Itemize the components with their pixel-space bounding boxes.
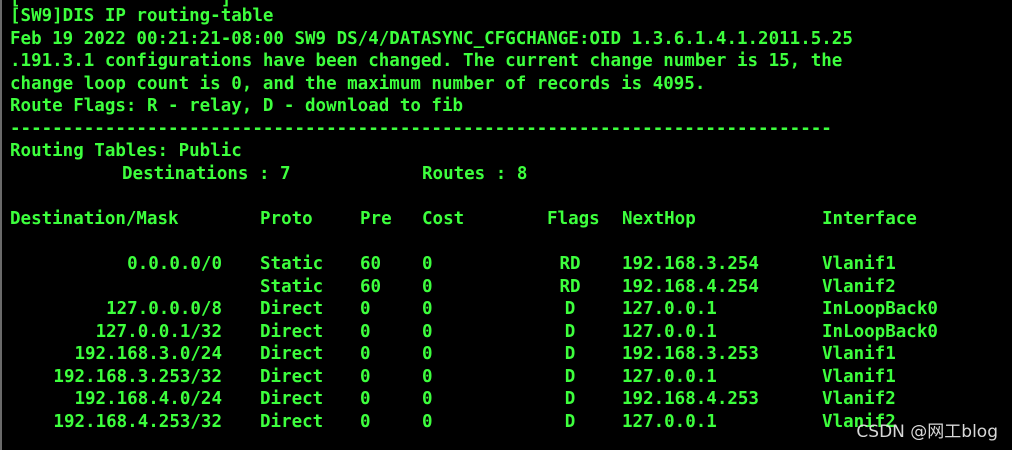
row-4-cell-0: 192.168.3.0/24 bbox=[74, 344, 222, 364]
row-7-cell-3: 0 bbox=[422, 411, 433, 432]
destinations-count: Destinations : 7 bbox=[122, 164, 291, 184]
row-1-cell-5: 192.168.4.254 bbox=[622, 276, 759, 297]
watermark: CSDN @网工blog bbox=[856, 422, 998, 442]
row-5-cell-1: Direct bbox=[260, 366, 324, 387]
terminal-window[interactable]: [ ] [SW9]DIS IP routing-table Feb 19 202… bbox=[0, 0, 1012, 450]
row-0-cell-5: 192.168.3.254 bbox=[622, 254, 759, 274]
header-pre: Pre bbox=[360, 209, 392, 229]
row-2-cell-2: 0 bbox=[360, 299, 371, 319]
row-6-cell-5: 192.168.4.253 bbox=[622, 389, 759, 409]
row-6-cell-1: Direct bbox=[260, 389, 324, 409]
row-5-cell-4: D bbox=[564, 366, 576, 387]
header-proto: Proto bbox=[260, 209, 313, 229]
row-1-cell-2: 60 bbox=[360, 276, 382, 297]
row-1-cell-4: RD bbox=[559, 276, 581, 297]
row-0-cell-0: 0.0.0.0/0 bbox=[127, 254, 222, 274]
row-2-cell-5: 127.0.0.1 bbox=[622, 299, 717, 319]
row-6-cell-3: 0 bbox=[422, 389, 433, 409]
row-5-cell-5: 127.0.0.1 bbox=[622, 366, 717, 387]
row-0-cell-1: Static bbox=[260, 254, 324, 274]
row-2-cell-4: D bbox=[564, 299, 576, 319]
log-line-1: Feb 19 2022 00:21:21-08:00 SW9 DS/4/DATA… bbox=[10, 29, 853, 49]
row-1-cell-1: Static bbox=[260, 276, 324, 297]
row-3-cell-1: Direct bbox=[260, 321, 324, 342]
row-2-cell-6: InLoopBack0 bbox=[822, 299, 938, 319]
row-3-cell-3: 0 bbox=[422, 321, 433, 342]
row-0-cell-2: 60 bbox=[360, 254, 382, 274]
row-5-cell-6: Vlanif1 bbox=[822, 366, 896, 387]
row-6-cell-4: D bbox=[564, 389, 576, 409]
header-nexthop: NextHop bbox=[622, 209, 696, 229]
row-0-cell-6: Vlanif1 bbox=[822, 254, 896, 274]
row-0-cell-4: RD bbox=[559, 254, 581, 274]
routes-count: Routes : 8 bbox=[422, 164, 528, 184]
row-3-cell-6: InLoopBack0 bbox=[822, 321, 938, 342]
route-flags-line: Route Flags: R - relay, D - download to … bbox=[10, 96, 464, 116]
header-cost: Cost bbox=[422, 209, 465, 229]
row-5-cell-0: 192.168.3.253/32 bbox=[53, 366, 222, 387]
row-2-cell-0: 127.0.0.0/8 bbox=[106, 299, 222, 319]
log-line-3: change loop count is 0, and the maximum … bbox=[10, 74, 706, 94]
row-3-cell-5: 127.0.0.1 bbox=[622, 321, 717, 342]
row-6-cell-0: 192.168.4.0/24 bbox=[74, 389, 222, 409]
log-line-2: .191.3.1 configurations have been change… bbox=[10, 51, 843, 71]
row-5-cell-3: 0 bbox=[422, 366, 433, 387]
row-4-cell-2: 0 bbox=[360, 344, 371, 364]
header-flags: Flags bbox=[547, 209, 600, 229]
row-7-cell-2: 0 bbox=[360, 411, 371, 432]
row-5-cell-2: 0 bbox=[360, 366, 371, 387]
row-4-cell-3: 0 bbox=[422, 344, 433, 364]
row-3-cell-0: 127.0.0.1/32 bbox=[95, 321, 222, 342]
row-3-cell-4: D bbox=[564, 321, 576, 342]
command-line: [SW9]DIS IP routing-table bbox=[10, 6, 274, 26]
row-4-cell-4: D bbox=[564, 344, 576, 364]
row-4-cell-1: Direct bbox=[260, 344, 324, 364]
row-2-cell-1: Direct bbox=[260, 299, 324, 319]
row-4-cell-5: 192.168.3.253 bbox=[622, 344, 759, 364]
row-1-cell-6: Vlanif2 bbox=[822, 276, 896, 297]
row-3-cell-2: 0 bbox=[360, 321, 371, 342]
row-7-cell-1: Direct bbox=[260, 411, 324, 432]
row-1-cell-3: 0 bbox=[422, 276, 433, 297]
row-4-cell-6: Vlanif1 bbox=[822, 344, 896, 364]
row-7-cell-4: D bbox=[564, 411, 576, 432]
row-0-cell-3: 0 bbox=[422, 254, 433, 274]
row-6-cell-6: Vlanif2 bbox=[822, 389, 896, 409]
routing-tables-line: Routing Tables: Public bbox=[10, 141, 242, 161]
row-7-cell-5: 127.0.0.1 bbox=[622, 411, 717, 432]
separator-line: ----------------------------------------… bbox=[10, 119, 832, 139]
row-2-cell-3: 0 bbox=[422, 299, 433, 319]
header-destination-mask: Destination/Mask bbox=[10, 209, 179, 229]
row-7-cell-0: 192.168.4.253/32 bbox=[53, 411, 222, 432]
header-interface: Interface bbox=[822, 209, 917, 229]
row-6-cell-2: 0 bbox=[360, 389, 371, 409]
